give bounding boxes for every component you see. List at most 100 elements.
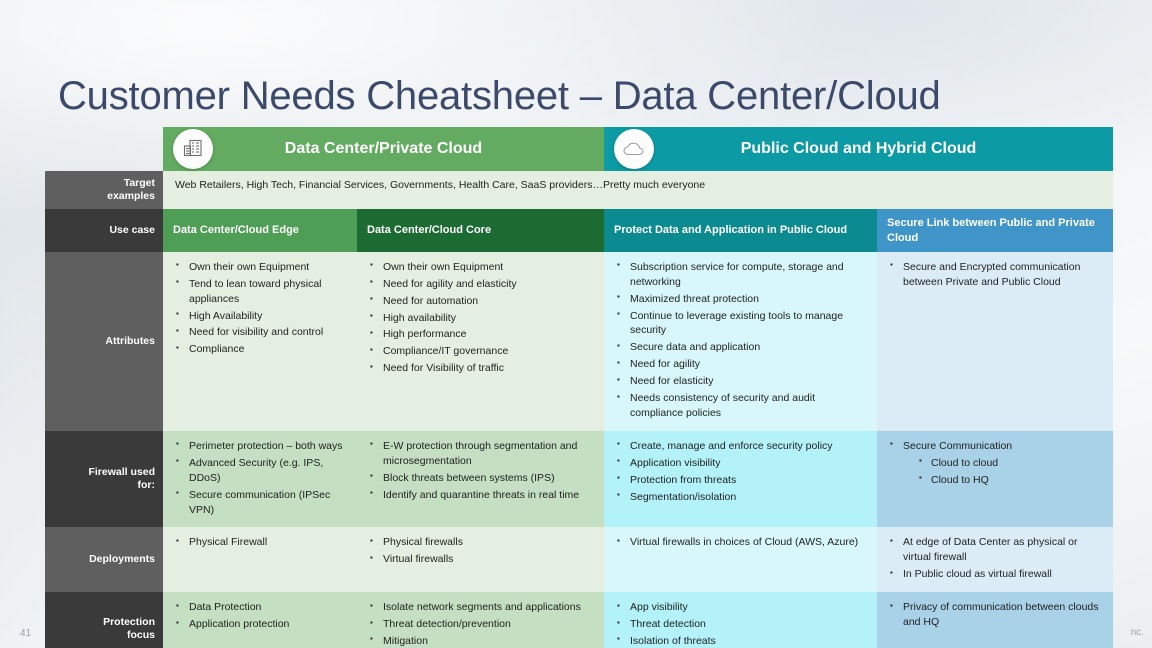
list-item: Own their own Equipment	[369, 259, 594, 275]
list-item: Own their own Equipment	[175, 259, 347, 275]
column-header-dc-cloud-edge: Data Center/Cloud Edge	[163, 209, 357, 252]
list-item: App visibility	[616, 600, 867, 615]
list-item: Need for agility	[616, 357, 867, 372]
list-item: Subscription service for compute, storag…	[616, 259, 867, 290]
list-deployments-edge: Physical Firewall	[175, 535, 347, 550]
row-label-target-examples-line2: examples	[107, 190, 155, 203]
row-label-firewall-used-for-line2: for:	[137, 479, 156, 492]
cell-deployments-core: Physical firewalls Virtual firewalls	[357, 527, 604, 593]
list-deployments-secure: At edge of Data Center as physical or vi…	[889, 535, 1103, 582]
list-item: Isolate network segments and application…	[369, 600, 594, 615]
list-item: Privacy of communication between clouds …	[889, 600, 1103, 630]
list-protection-edge: Data Protection Application protection	[175, 600, 347, 632]
cell-protection-core: Isolate network segments and application…	[357, 592, 604, 648]
list-item: Need for automation	[369, 293, 594, 309]
list-item: Compliance/IT governance	[369, 344, 594, 359]
row-target-examples: Target examples Web Retailers, High Tech…	[45, 171, 1113, 210]
cell-protection-public: App visibility Threat detectionIsolation …	[604, 592, 877, 648]
section-band-public-cloud: Public Cloud and Hybrid Cloud	[604, 127, 1113, 171]
list-item: Cloud to HQ	[919, 472, 1103, 488]
list-item: Secure Communication	[889, 438, 1103, 454]
list-item: Isolation of threats	[616, 633, 867, 648]
column-header-secure-link-label: Secure Link between Public and Private C…	[887, 217, 1095, 244]
list-firewall-secure-sub: Cloud to cloudCloud to HQ	[889, 455, 1103, 488]
column-header-dc-cloud-edge-label: Data Center/Cloud Edge	[173, 224, 299, 237]
list-item: Threat detection/prevention	[369, 617, 594, 632]
list-item: Needs consistency of security and audit …	[616, 391, 867, 421]
list-protection-secure: Privacy of communication between clouds …	[889, 600, 1103, 630]
list-item: Maximized threat protection	[616, 291, 867, 307]
list-protection-public: App visibility Threat detectionIsolation …	[616, 600, 867, 648]
list-item: Continue to leverage existing tools to m…	[616, 308, 867, 339]
cell-protection-edge: Data Protection Application protection	[163, 592, 357, 648]
list-item: High Availability	[175, 308, 347, 324]
list-item: Protection from threats	[616, 472, 867, 488]
list-item: High availability	[369, 310, 594, 326]
list-item: Tend to lean toward physical appliances	[175, 276, 347, 307]
band-spacer	[45, 127, 163, 171]
list-item: Virtual firewalls in choices of Cloud (A…	[616, 535, 867, 550]
list-attributes-secure: Secure and Encrypted communication betwe…	[889, 259, 1103, 290]
cell-deployments-edge: Physical Firewall	[163, 527, 357, 593]
section-band-row: Data Center/Private Cloud Public Cloud a…	[45, 127, 1113, 171]
list-item: Need for visibility and control	[175, 325, 347, 340]
cell-deployments-public: Virtual firewalls in choices of Cloud (A…	[604, 527, 877, 593]
column-header-dc-cloud-core: Data Center/Cloud Core	[357, 209, 604, 252]
list-firewall-edge: Perimeter protection – both waysAdvanced…	[175, 438, 347, 518]
row-deployments: Deployments Physical Firewall Physical f…	[45, 527, 1113, 593]
list-item: Application protection	[175, 617, 347, 632]
cell-firewall-public: Create, manage and enforce security poli…	[604, 430, 877, 528]
target-examples-text: Web Retailers, High Tech, Financial Serv…	[175, 179, 706, 191]
section-band-private-cloud-label: Data Center/Private Cloud	[284, 140, 483, 157]
column-header-protect-public-cloud-label: Protect Data and Application in Public C…	[614, 224, 848, 237]
list-item: Data Protection	[175, 600, 347, 615]
list-item: Need for agility and elasticity	[369, 276, 594, 292]
list-item: Block threats between systems (IPS)	[369, 470, 594, 486]
row-label-protection-focus-line2: focus	[126, 628, 155, 641]
list-item: Secure data and application	[616, 340, 867, 355]
list-item: Physical firewalls	[369, 535, 594, 550]
cell-deployments-secure: At edge of Data Center as physical or vi…	[877, 527, 1113, 593]
list-item: At edge of Data Center as physical or vi…	[889, 535, 1103, 565]
list-item: In Public cloud as virtual firewall	[889, 567, 1103, 582]
cheatsheet-table: Data Center/Private Cloud Public Cloud a…	[45, 127, 1113, 648]
row-label-target-examples-line1: Target	[123, 177, 155, 189]
row-label-firewall-used-for: Firewall used for:	[45, 430, 163, 528]
row-label-target-examples: Target examples	[45, 171, 163, 210]
row-label-firewall-used-for-line1: Firewall used	[88, 466, 155, 479]
list-firewall-secure: Secure Communication	[889, 438, 1103, 454]
row-label-deployments: Deployments	[45, 527, 163, 593]
list-item: Create, manage and enforce security poli…	[616, 438, 867, 454]
row-label-protection-focus: Protection focus	[45, 592, 163, 648]
list-item: Cloud to cloud	[919, 455, 1103, 471]
footer-note: nc.	[1130, 627, 1144, 638]
data-center-icon	[173, 129, 213, 169]
list-attributes-edge: Own their own EquipmentTend to lean towa…	[175, 259, 347, 357]
cell-target-examples: Web Retailers, High Tech, Financial Serv…	[163, 171, 1113, 210]
cell-protection-secure: Privacy of communication between clouds …	[877, 592, 1113, 648]
list-item: Advanced Security (e.g. IPS, DDoS)	[175, 455, 347, 486]
page-title: Customer Needs Cheatsheet – Data Center/…	[58, 74, 941, 118]
list-item: Secure communication (IPSec VPN)	[175, 487, 347, 518]
list-item: High performance	[369, 327, 594, 342]
cell-attributes-core: Own their own EquipmentNeed for agility …	[357, 251, 604, 431]
list-item: Segmentation/isolation	[616, 489, 867, 505]
list-item: Need for elasticity	[616, 374, 867, 389]
list-item: Threat detection	[616, 617, 867, 632]
column-header-secure-link: Secure Link between Public and Private C…	[877, 209, 1113, 252]
row-attributes: Attributes Own their own EquipmentTend t…	[45, 251, 1113, 431]
list-firewall-core: E-W protection through segmentation and …	[369, 438, 594, 503]
list-item: Compliance	[175, 342, 347, 357]
cell-attributes-public: Subscription service for compute, storag…	[604, 251, 877, 431]
row-label-deployments-text: Deployments	[89, 553, 155, 566]
cell-attributes-edge: Own their own EquipmentTend to lean towa…	[163, 251, 357, 431]
row-label-attributes: Attributes	[45, 251, 163, 431]
list-deployments-core: Physical firewalls Virtual firewalls	[369, 535, 594, 567]
slide-number: 41	[20, 628, 32, 639]
row-label-attributes-text: Attributes	[105, 334, 155, 347]
list-item: Perimeter protection – both ways	[175, 438, 347, 454]
list-item: Virtual firewalls	[369, 552, 594, 567]
row-label-use-case: Use case	[45, 209, 163, 252]
row-firewall-used-for: Firewall used for: Perimeter protection …	[45, 430, 1113, 528]
cell-attributes-secure: Secure and Encrypted communication betwe…	[877, 251, 1113, 431]
